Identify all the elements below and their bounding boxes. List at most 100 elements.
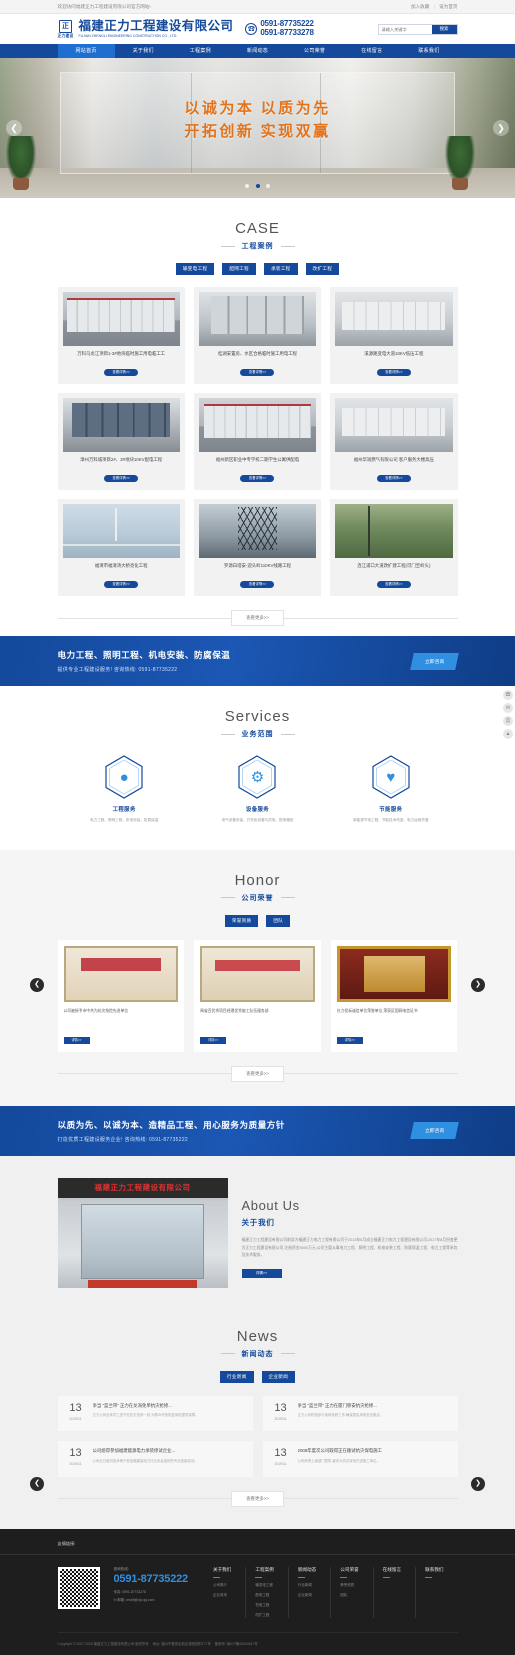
case-card[interactable]: 连江浦口大道改扩建工程(可门至岭头) 查看详情>> <box>330 499 458 596</box>
honor-detail-button[interactable]: 详情>> <box>336 1036 363 1044</box>
top-bar-links: 加入收藏 | 设为首页 <box>411 0 458 13</box>
service-item[interactable]: ⚙ 设备服务 电气设备安装、开关柜成套与供电、配电箱柜 <box>191 755 324 824</box>
honor-next-arrow-icon[interactable]: ❯ <box>471 977 485 992</box>
qr-icon[interactable]: ▦ <box>503 716 513 726</box>
cta2-consult-button[interactable]: 立即咨询 <box>410 1122 460 1140</box>
case-card[interactable]: 罗源白塔安-迎头岭110KV线路工程 查看详情>> <box>193 499 322 596</box>
honor-more-button[interactable]: 查看更多>> <box>231 1065 284 1082</box>
news-desc: 公司近日组织技术骨干参加福建省电力行业协会组织的专业技能培训。 <box>92 1458 198 1463</box>
search-input[interactable] <box>378 24 432 34</box>
honor-card[interactable]: 公司被授予市中共为抗灾抢险先进单位 详情>> <box>57 939 185 1052</box>
case-card[interactable]: 福州华润燃气有限公司 客户服务大楼高压 查看详情>> <box>330 393 458 490</box>
case-detail-button[interactable]: 查看详情>> <box>376 475 411 482</box>
nav-item-5[interactable]: 在线留言 <box>343 44 400 58</box>
case-card[interactable]: 溪源路变电大道10KV低压工程 查看详情>> <box>330 287 458 384</box>
nav-item-4[interactable]: 公司荣誉 <box>286 44 343 58</box>
site-logo[interactable]: 正 正力建设 福建正力工程建设有限公司 FUJIAN ZHENGLI ENGIN… <box>58 19 234 39</box>
case-detail-button[interactable]: 查看详情>> <box>240 369 275 376</box>
case-more-button[interactable]: 查看更多>> <box>231 610 284 626</box>
honor-detail-button[interactable]: 详情>> <box>63 1036 90 1044</box>
icp-link[interactable]: 闽ICP备05004647号 <box>227 1642 258 1646</box>
case-tab-2[interactable]: 承装工程 <box>263 263 298 275</box>
phone-icon[interactable]: ☎ <box>503 690 513 700</box>
case-detail-button[interactable]: 查看详情>> <box>376 581 411 588</box>
case-tab-3[interactable]: 改扩工程 <box>305 263 340 275</box>
case-tab-0[interactable]: 输变电工程 <box>175 263 215 275</box>
service-item[interactable]: ♥ 节能服务 新能源节电工程、节能技术改造、电力运维托管 <box>324 755 457 824</box>
footer-link[interactable]: 输变电工程 <box>255 1583 287 1588</box>
nav-item-1[interactable]: 关于我们 <box>115 44 172 58</box>
about-detail-button[interactable]: 详情>> <box>241 1269 282 1279</box>
cta1-consult-button[interactable]: 立即咨询 <box>410 652 460 670</box>
news-next-arrow-icon[interactable]: ❯ <box>471 1476 485 1491</box>
footer-column-title[interactable]: 联系我们 <box>425 1567 457 1573</box>
news-title[interactable]: 争当 "蓝兰带" 正力在龙海免单抗灾抢修... <box>93 1403 245 1410</box>
news-text: 争当 "蓝兰带" 正力在龙海免单抗灾抢修... 正力公司全体员工坚守在抗灾抢修一线… <box>93 1403 245 1425</box>
footer-link[interactable]: 机电工程 <box>255 1603 287 1608</box>
footer-link[interactable]: 配电工程 <box>255 1593 287 1598</box>
nav-item-6[interactable]: 联系我们 <box>400 44 457 58</box>
news-title[interactable]: 争当 "蓝兰带" 正力在厦门移安抗灾抢修... <box>298 1403 450 1410</box>
news-title[interactable]: 2008年度次公司取得正在顺试抗灾保电施工 <box>298 1448 450 1455</box>
news-prev-arrow-icon[interactable]: ❮ <box>30 1476 44 1491</box>
search-box[interactable]: 搜索 <box>377 23 458 35</box>
footer-column-title[interactable]: 关于我们 <box>213 1567 245 1573</box>
nav-item-3[interactable]: 新闻动态 <box>229 44 286 58</box>
banner-dot[interactable] <box>266 184 271 188</box>
news-day: 13 <box>69 1401 82 1414</box>
case-tab-1[interactable]: 配网工程 <box>222 263 256 275</box>
news-title[interactable]: 公司组得参加福建能源电力承装修试企业... <box>93 1448 245 1455</box>
banner-dot-active[interactable] <box>255 184 260 188</box>
footer-link[interactable]: 公司简介 <box>213 1583 245 1588</box>
message-icon[interactable]: ✉ <box>503 703 513 713</box>
arrow-up-icon[interactable]: ▲ <box>503 729 513 739</box>
news-tab-1[interactable]: 企业新闻 <box>261 1370 296 1383</box>
footer-link[interactable]: 行业新闻 <box>298 1583 330 1588</box>
news-item[interactable]: 13 2019/11 公司组得参加福建能源电力承装修试企业... 公司近日组织技术骨干… <box>57 1441 253 1477</box>
copyright-text: Copyright © 2007-2025 福建正力工程建设有限公司 版权所有 <box>57 1642 149 1647</box>
footer-column-title[interactable]: 公司荣誉 <box>340 1567 372 1573</box>
honor-tab-0[interactable]: 荣誉资质 <box>224 914 259 927</box>
honor-detail-button[interactable]: 详情>> <box>200 1036 227 1044</box>
banner-dot[interactable] <box>244 184 249 188</box>
banner-next-arrow-icon[interactable]: ❯ <box>493 120 509 136</box>
news-tab-0[interactable]: 行业新闻 <box>219 1370 254 1383</box>
news-text: 2008年度次公司取得正在顺试抗灾保电施工 公司获得上级部门表彰,被评为抗灾保电先… <box>298 1448 450 1470</box>
nav-item-0[interactable]: 网站首页 <box>57 44 115 58</box>
case-card[interactable]: 福清市福清湾大桥亮化工程 查看详情>> <box>57 499 185 596</box>
case-detail-button[interactable]: 查看详情>> <box>240 475 275 482</box>
case-card[interactable]: 桂湖安置房、水区合格临时施工用电工程 查看详情>> <box>193 287 322 384</box>
case-card[interactable]: 福州新区职业中专学校二期学生公寓供配电 查看详情>> <box>193 393 322 490</box>
case-detail-button[interactable]: 查看详情>> <box>104 581 139 588</box>
honor-card[interactable]: 社力投标诚信单位荣誉单位,荣获区国网电信证书 详情>> <box>330 939 458 1052</box>
case-detail-button[interactable]: 查看详情>> <box>240 581 275 588</box>
case-detail-button[interactable]: 查看详情>> <box>376 369 411 376</box>
honor-tab-1[interactable]: 团队 <box>266 914 291 927</box>
news-item[interactable]: 13 2019/11 争当 "蓝兰带" 正力在厦门移安抗灾抢修... 正力公司积极参与… <box>262 1395 458 1432</box>
nav-item-2[interactable]: 工程案例 <box>172 44 229 58</box>
footer-column-title[interactable]: 在线留言 <box>383 1567 415 1573</box>
footer-link[interactable]: 团队 <box>340 1593 372 1598</box>
service-item[interactable]: ● 工程服务 电力工程、照明工程、机电安装、防腐保温 <box>58 755 191 824</box>
footer-link[interactable]: 荣誉资质 <box>340 1583 372 1588</box>
footer-link[interactable]: 改扩工程 <box>255 1613 287 1618</box>
news-item[interactable]: 13 2019/11 争当 "蓝兰带" 正力在龙海免单抗灾抢修... 正力公司全体员工… <box>57 1395 253 1432</box>
footer-link[interactable]: 企业新闻 <box>298 1593 330 1598</box>
case-thumbnail-cabinet <box>335 398 453 452</box>
news-item[interactable]: 13 2019/11 2008年度次公司取得正在顺试抗灾保电施工 公司获得上级部门表彰… <box>262 1441 458 1477</box>
banner-prev-arrow-icon[interactable]: ❮ <box>6 120 22 136</box>
honor-card[interactable]: 闽省百优秀项目经理优秀施工队伍服务部 详情>> <box>194 939 321 1052</box>
footer-column-title[interactable]: 新闻动态 <box>298 1567 330 1573</box>
search-button[interactable]: 搜索 <box>431 24 457 34</box>
footer-column-title[interactable]: 工程案例 <box>255 1567 287 1573</box>
case-detail-button[interactable]: 查看详情>> <box>104 369 139 376</box>
case-card[interactable]: 万科乌龙江项目1-3#地块临时施工用电临工工 查看详情>> <box>57 287 185 384</box>
honor-prev-arrow-icon[interactable]: ❮ <box>30 977 44 992</box>
case-card[interactable]: 漳州万科城项目2#、3#地块10KV配电工程 查看详情>> <box>57 393 185 490</box>
footer-fax: 传真: 0591-87733278 <box>113 1590 146 1595</box>
footer-link[interactable]: 企业风采 <box>213 1593 245 1598</box>
news-more-button[interactable]: 查看更多>> <box>231 1490 284 1507</box>
set-homepage-link[interactable]: 设为首页 <box>439 4 457 9</box>
case-detail-button[interactable]: 查看详情>> <box>104 475 139 482</box>
add-favorite-link[interactable]: 加入收藏 <box>411 4 429 9</box>
